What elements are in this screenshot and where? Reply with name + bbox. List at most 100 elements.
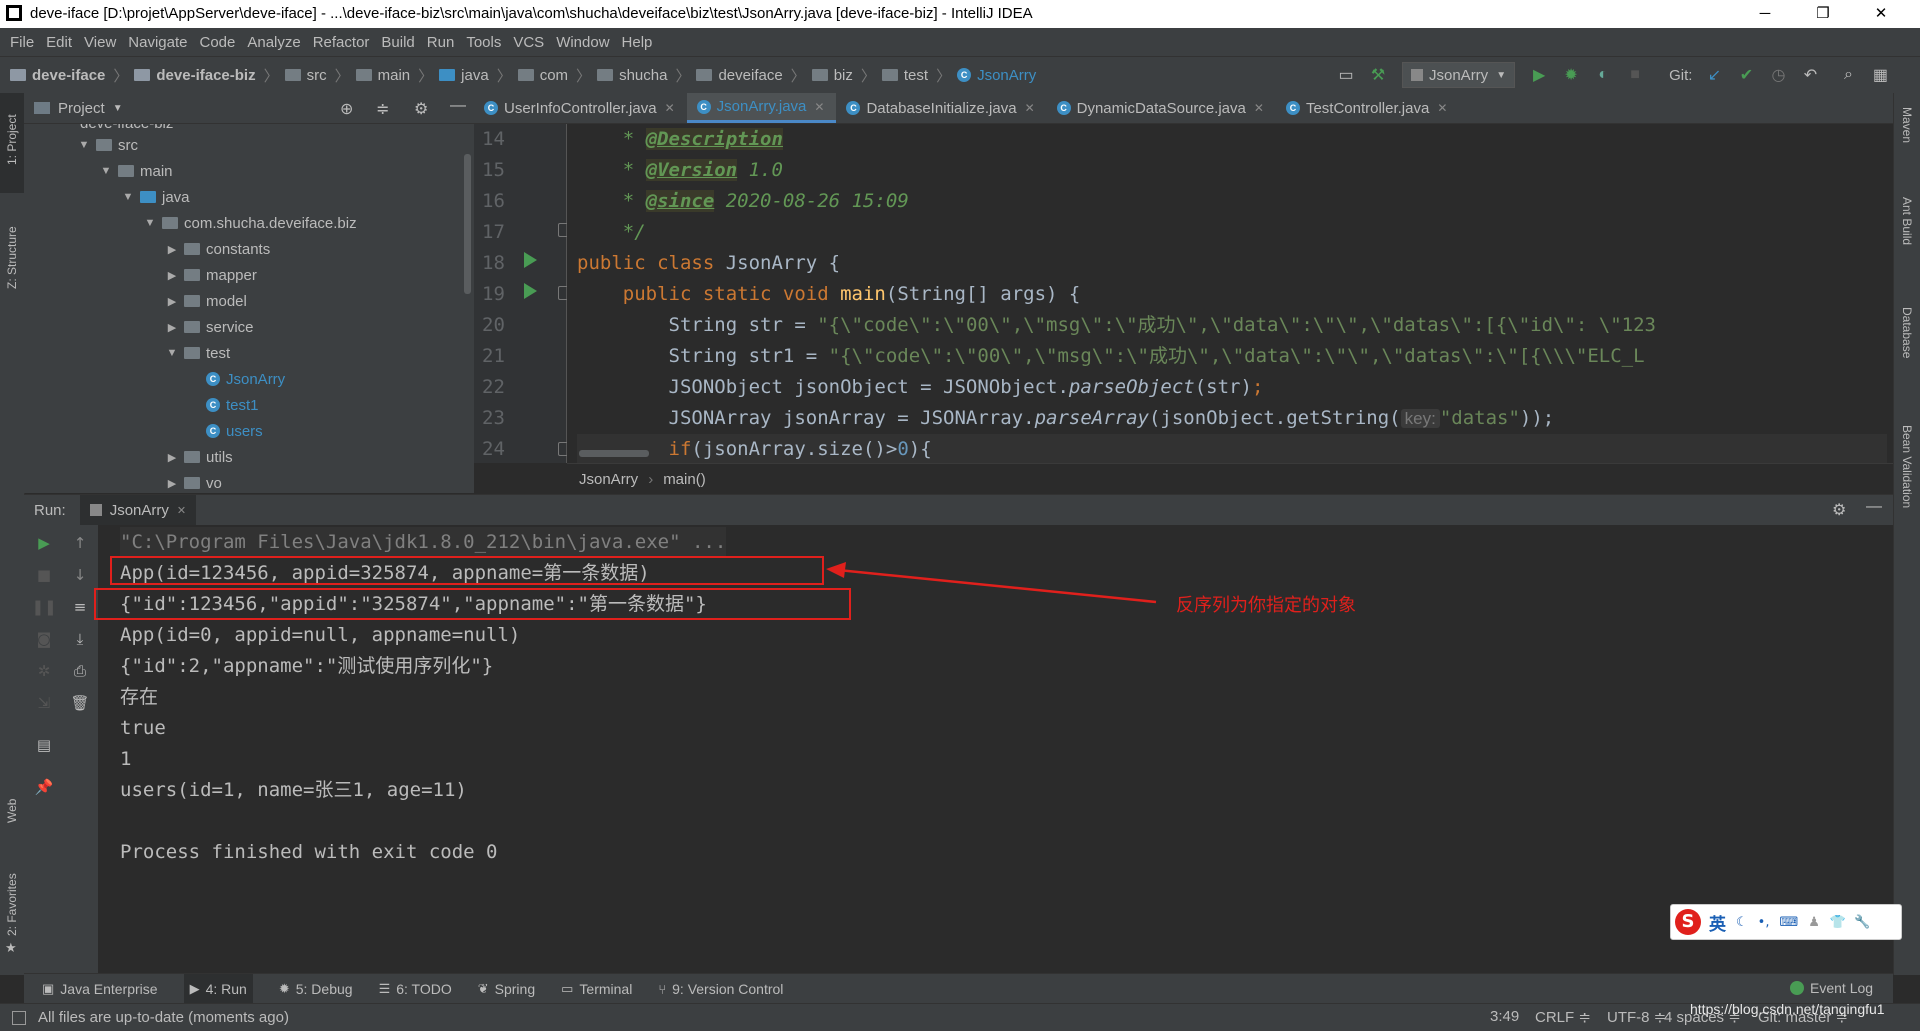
tab-testcontroller[interactable]: C TestController.java ✕ [1276,93,1459,123]
menu-view[interactable]: View [84,34,116,51]
tab-databaseinitialize[interactable]: C DatabaseInitialize.java ✕ [836,93,1046,123]
ime-toolbar[interactable]: S 英 ☾ •, ⌨ ♟ 👕 🔧 [1670,904,1902,940]
camera-icon[interactable]: ◙ [32,627,56,651]
chevron-right-icon[interactable]: ▶ [164,451,180,464]
stop-icon[interactable]: ■ [32,563,56,587]
close-tab-icon[interactable]: ✕ [814,100,824,114]
menu-run[interactable]: Run [427,34,455,51]
breadcrumb-biz[interactable]: biz [811,67,853,84]
pause-icon[interactable]: ❚❚ [31,595,56,619]
tab-java-enterprise[interactable]: ▣ Java Enterprise [42,981,158,997]
tree-item-test[interactable]: ▼ test [164,340,231,366]
hide-panel-icon[interactable]: — [450,97,466,115]
chevron-right-icon[interactable]: ▶ [164,243,180,256]
chevron-down-icon[interactable]: ▼ [113,103,123,114]
tree-item-model[interactable]: ▶ model [164,288,247,314]
menu-navigate[interactable]: Navigate [128,34,187,51]
chevron-down-icon[interactable]: ▼ [142,217,158,229]
breadcrumb-deve-iface[interactable]: deve-iface [10,67,105,84]
gear-icon[interactable]: ⚙ [414,99,428,119]
rerun-icon[interactable]: ▶ [32,531,56,555]
tree-item-main[interactable]: ▼ main [98,158,173,184]
chevron-right-icon[interactable]: ▶ [164,295,180,308]
git-history-icon[interactable]: ◷ [1766,63,1790,87]
favorites-tool-label[interactable]: 2: Favorites [5,873,19,936]
wrench-icon[interactable]: 🔧 [1854,915,1870,930]
breadcrumb-deve-iface-biz[interactable]: deve-iface-biz [134,67,256,84]
breadcrumb-class[interactable]: JsonArry [579,471,638,488]
menu-edit[interactable]: Edit [46,34,72,51]
menu-window[interactable]: Window [556,34,609,51]
maven-tool-label[interactable]: Maven [1900,107,1914,143]
tab-spring[interactable]: ❦ Spring [478,981,535,997]
status-panel-icon[interactable] [12,1010,26,1025]
breadcrumb-method[interactable]: main() [663,471,706,488]
layout-icon[interactable]: ▤ [32,733,56,757]
event-log-tab[interactable]: Event Log [1790,980,1873,996]
breadcrumb-test[interactable]: test [881,67,928,84]
tab-run[interactable]: ▶ 4: Run [183,974,253,1004]
build-hammer-icon[interactable]: ⚒ [1366,63,1390,87]
bean-validation-tool-label[interactable]: Bean Validation [1900,425,1914,508]
breadcrumb-src[interactable]: src [284,67,327,84]
scroll-up-icon[interactable]: ↑ [68,531,92,555]
breadcrumb-deveiface[interactable]: deveiface [696,67,783,84]
tree-item-jsonarry[interactable]: C JsonArry [206,366,285,392]
tree-item-service[interactable]: ▶ service [164,314,254,340]
tab-jsonarry[interactable]: C JsonArry.java ✕ [686,93,837,123]
close-tab-icon[interactable]: ✕ [665,101,675,115]
cursor-position[interactable]: 3:49 [1490,1008,1519,1025]
menu-help[interactable]: Help [622,34,653,51]
breadcrumb-java[interactable]: java [439,67,489,84]
close-button[interactable]: ✕ [1852,0,1910,28]
tab-version-control[interactable]: ⑂ 9: Version Control [658,981,783,997]
presentation-icon[interactable]: ▦ [1868,63,1892,87]
debug-icon[interactable]: ✹ [1559,63,1583,87]
tab-todo[interactable]: ☰ 6: TODO [379,981,452,997]
chevron-right-icon[interactable]: ▶ [164,269,180,282]
hide-panel-icon[interactable]: — [1866,498,1882,516]
database-tool-label[interactable]: Database [1900,307,1914,358]
settings-icon[interactable]: ✲ [32,659,56,683]
print-icon[interactable]: ⎙ [68,659,92,683]
tree-item-constants[interactable]: ▶ constants [164,236,270,262]
tree-item-java[interactable]: ▼ java [120,184,190,210]
menu-file[interactable]: File [10,34,34,51]
breadcrumb-file[interactable]: C JsonArry [957,67,1036,84]
breadcrumb-shucha[interactable]: shucha [597,67,667,84]
chevron-right-icon[interactable]: ▶ [164,321,180,334]
chevron-down-icon[interactable]: ▼ [120,191,136,203]
line-separator[interactable]: CRLF ≑ [1535,1008,1591,1026]
project-structure-icon[interactable]: ▭ [1334,63,1358,87]
punctuation-icon[interactable]: •, [1758,915,1770,930]
close-tab-icon[interactable]: ✕ [1025,101,1035,115]
run-gutter-icon[interactable] [524,283,537,299]
coverage-icon[interactable]: ◐ [1591,63,1615,87]
tab-dynamicdatasource[interactable]: C DynamicDataSource.java ✕ [1047,93,1276,123]
project-view-select[interactable]: Project [58,100,105,117]
locate-icon[interactable]: ⊕ [340,99,353,119]
collapse-all-icon[interactable]: ≑ [376,99,389,119]
search-icon[interactable]: ⌕ [1836,63,1860,87]
breadcrumb-com[interactable]: com [517,67,568,84]
ant-build-tool-label[interactable]: Ant Build [1900,197,1914,245]
run-gutter-icon[interactable] [524,252,537,268]
git-update-icon[interactable]: ↙ [1702,63,1726,87]
tab-debug[interactable]: ✹ 5: Debug [279,981,353,997]
restore-button[interactable]: ❐ [1794,0,1852,28]
tree-item-mapper[interactable]: ▶ mapper [164,262,257,288]
stop-icon[interactable]: ■ [1623,63,1647,87]
close-tab-icon[interactable]: ✕ [1254,101,1264,115]
minimize-button[interactable]: ─ [1736,0,1794,28]
tab-userinfocontroller[interactable]: C UserInfoController.java ✕ [474,93,687,123]
menu-analyze[interactable]: Analyze [247,34,300,51]
tree-item-src[interactable]: ▼ src [76,132,138,158]
tab-terminal[interactable]: ▭ Terminal [561,981,632,997]
file-encoding[interactable]: UTF-8 ≑ [1607,1008,1666,1026]
pin-icon[interactable]: 📌 [32,775,56,799]
close-tab-icon[interactable]: ✕ [177,504,186,517]
tree-item-users[interactable]: Cusers [206,418,263,444]
scroll-to-end-icon[interactable]: ⤓ [68,627,92,651]
run-icon[interactable]: ▶ [1527,63,1551,87]
moon-icon[interactable]: ☾ [1736,915,1748,930]
